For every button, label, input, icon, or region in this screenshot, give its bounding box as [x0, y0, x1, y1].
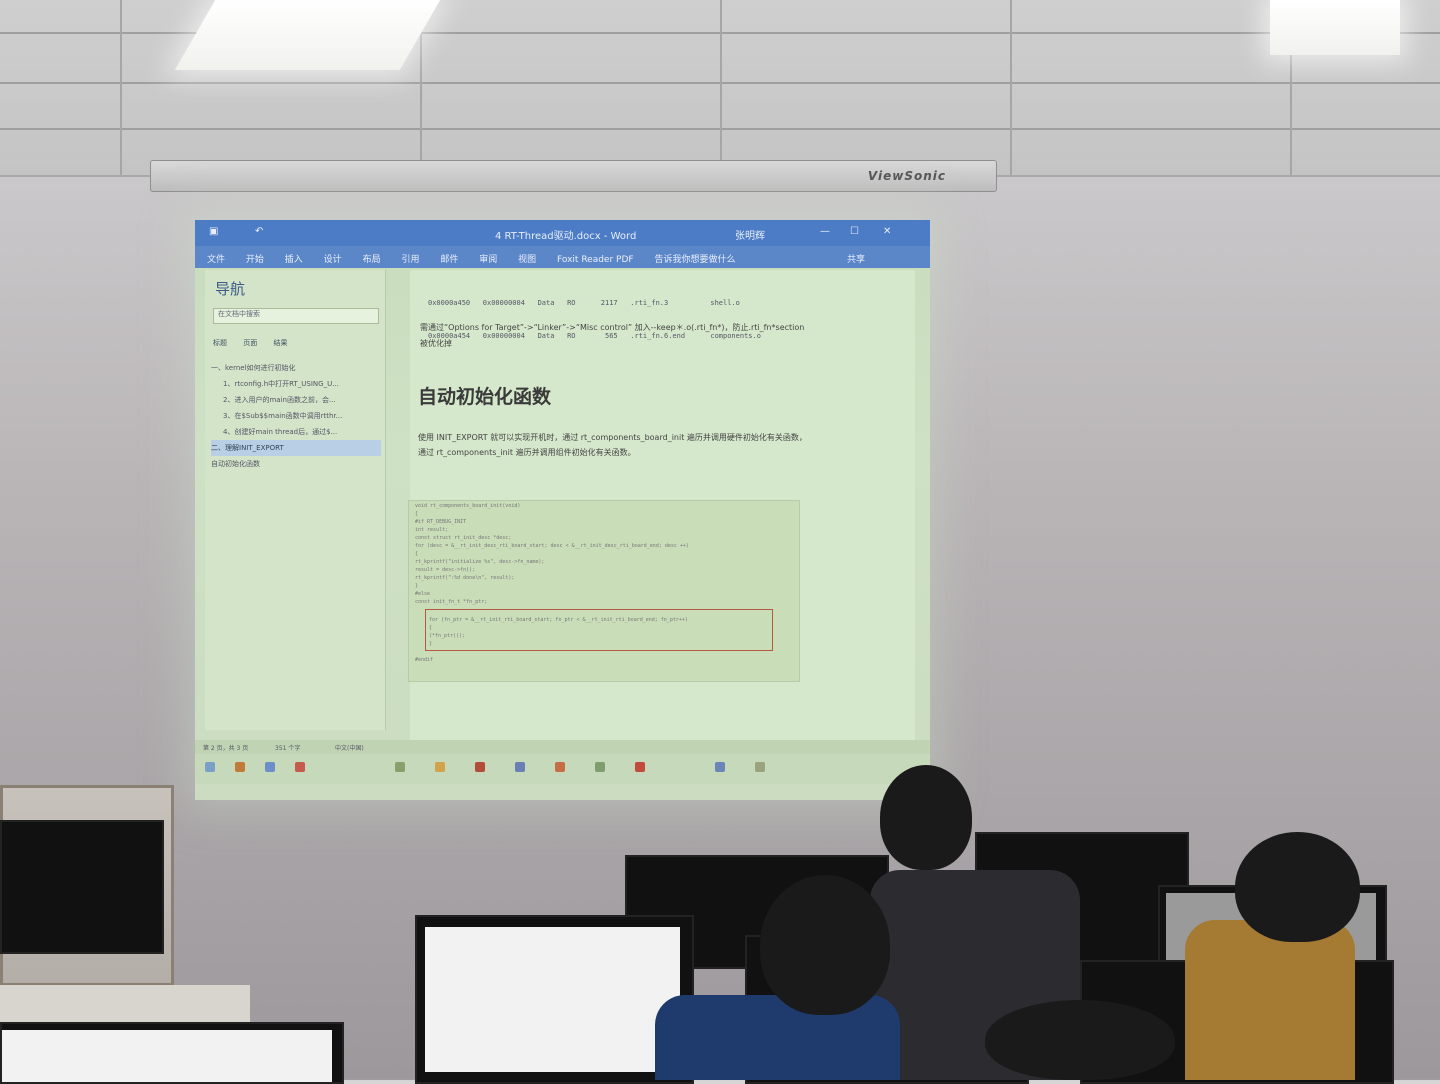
tab-references[interactable]: 引用 [401, 252, 419, 265]
nav-tab-pages[interactable]: 页面 [243, 339, 257, 347]
tab-mailings[interactable]: 邮件 [440, 252, 458, 265]
taskbar-app-icon[interactable] [755, 762, 765, 772]
taskbar-app-icon[interactable] [555, 762, 565, 772]
taskbar-app-icon[interactable] [635, 762, 645, 772]
tab-review[interactable]: 审阅 [479, 252, 497, 265]
table-row: 0x0000a450 0x00000004 Data RO 2117 .rti_… [428, 299, 740, 307]
code-line: } [415, 583, 419, 589]
code-line: for (desc = &__rt_init_desc_rti_board_st… [415, 543, 689, 549]
code-line: result = desc->fn(); [415, 567, 476, 573]
nav-tab-results[interactable]: 结果 [273, 339, 287, 347]
nav-tab-headings[interactable]: 标题 [213, 339, 227, 347]
search-icon[interactable] [235, 762, 245, 772]
status-bar: 第 2 页，共 3 页 351 个字 中文(中国) [195, 740, 930, 754]
taskbar [195, 754, 930, 784]
person-head [1235, 832, 1360, 942]
nav-item[interactable]: 3、在$Sub$$main函数中调用rtthr... [211, 408, 381, 424]
person-head [985, 1000, 1175, 1080]
monitor-bottom-left [0, 1022, 344, 1084]
code-line: rt_kprintf("initialize %s", desc->fn_nam… [415, 559, 545, 565]
code-line: const struct rt_init_desc *desc; [415, 535, 512, 541]
person-body [1185, 920, 1355, 1080]
code-line: #else [415, 591, 431, 597]
code-line: #endif [415, 657, 434, 663]
taskbar-app-icon[interactable] [265, 762, 275, 772]
minimize-icon[interactable]: — [820, 226, 830, 237]
ceiling-light-left [174, 0, 441, 70]
nav-item[interactable]: 1、rtconfig.h中打开RT_USING_U... [211, 376, 381, 392]
person-head [760, 875, 890, 1015]
page-count: 第 2 页，共 3 页 [203, 745, 249, 752]
ribbon-tabs: 文件 开始 插入 设计 布局 引用 邮件 审阅 视图 Foxit Reader … [195, 246, 930, 268]
taskbar-app-icon[interactable] [435, 762, 445, 772]
tab-design[interactable]: 设计 [324, 252, 342, 265]
tab-insert[interactable]: 插入 [285, 252, 303, 265]
user-name[interactable]: 张明辉 [735, 227, 765, 242]
window-title: 4 RT-Thread驱动.docx - Word [495, 231, 637, 242]
maximize-icon[interactable]: ☐ [850, 226, 859, 237]
nav-item-selected[interactable]: 二、理解INIT_EXPORT [211, 440, 381, 456]
tab-file[interactable]: 文件 [207, 252, 225, 265]
taskbar-app-icon[interactable] [715, 762, 725, 772]
start-icon[interactable] [205, 762, 215, 772]
monitor-front-center [415, 915, 694, 1084]
taskbar-app-icon[interactable] [395, 762, 405, 772]
document-page: 0x0000a450 0x00000004 Data RO 2117 .rti_… [408, 270, 915, 740]
section-heading: 自动初始化函数 [418, 386, 552, 408]
nav-heading-list: 一、kernel如何进行初始化 1、rtconfig.h中打开RT_USING_… [211, 360, 381, 472]
code-line: void rt_components_board_init(void) [415, 503, 521, 509]
navigation-pane: 导航 在文档中搜索 标题 页面 结果 一、kernel如何进行初始化 1、rtc… [205, 270, 386, 730]
save-icon[interactable]: ▣ [209, 226, 218, 237]
tab-view[interactable]: 视图 [518, 252, 536, 265]
word-title-bar: ▣ ↶ 4 RT-Thread驱动.docx - Word 张明辉 — ☐ ✕ [195, 220, 930, 246]
tab-layout[interactable]: 布局 [363, 252, 381, 265]
code-block: void rt_components_board_init(void) { #i… [408, 500, 800, 682]
close-icon[interactable]: ✕ [883, 226, 891, 237]
body-paragraph: 使用 INIT_EXPORT 就可以实现开机时，通过 rt_components… [418, 433, 807, 457]
nav-item[interactable]: 一、kernel如何进行初始化 [211, 360, 381, 376]
tab-foxit[interactable]: Foxit Reader PDF [557, 255, 634, 265]
taskbar-app-icon[interactable] [595, 762, 605, 772]
projector-screen-housing: ViewSonic [150, 160, 997, 192]
nav-item[interactable]: 自动初始化函数 [211, 456, 381, 472]
code-line: rt_kprintf(":%d done\n", result); [415, 575, 515, 581]
nav-search-input[interactable]: 在文档中搜索 [213, 308, 379, 324]
share-button[interactable]: 共享 [847, 252, 865, 265]
desk [0, 985, 250, 1025]
tell-me-box[interactable]: 告诉我你想要做什么 [654, 252, 735, 265]
nav-item[interactable]: 4、创建好main thread后，通过$... [211, 424, 381, 440]
nav-title: 导航 [215, 280, 246, 298]
nav-tabs: 标题 页面 结果 [213, 338, 301, 348]
keep-option-text: 需通过“Options for Target”->“Linker”->“Misc… [420, 323, 805, 348]
ceiling [0, 0, 1440, 177]
taskbar-app-icon[interactable] [515, 762, 525, 772]
word-count: 351 个字 [275, 745, 301, 752]
nav-item[interactable]: 2、进入用户的main函数之前，会... [211, 392, 381, 408]
person-head [880, 765, 972, 870]
monitor-left-back [0, 820, 164, 954]
projector-brand: ViewSonic [867, 169, 946, 183]
monitor-screen [2, 1030, 332, 1082]
taskbar-app-icon[interactable] [475, 762, 485, 772]
projected-word-window: ▣ ↶ 4 RT-Thread驱动.docx - Word 张明辉 — ☐ ✕ … [195, 220, 930, 800]
language: 中文(中国) [335, 745, 364, 752]
code-line: const init_fn_t *fn_ptr; [415, 599, 488, 605]
code-line: { [415, 551, 419, 557]
person-body [655, 995, 900, 1080]
highlight-box [425, 609, 773, 651]
code-line: #if RT_DEBUG_INIT [415, 519, 467, 525]
undo-icon[interactable]: ↶ [255, 226, 263, 237]
ceiling-light-right [1270, 0, 1400, 55]
monitor-screen [425, 927, 680, 1072]
code-line: { [415, 511, 419, 517]
taskbar-app-icon[interactable] [295, 762, 305, 772]
code-line: int result; [415, 527, 449, 533]
tab-home[interactable]: 开始 [246, 252, 264, 265]
